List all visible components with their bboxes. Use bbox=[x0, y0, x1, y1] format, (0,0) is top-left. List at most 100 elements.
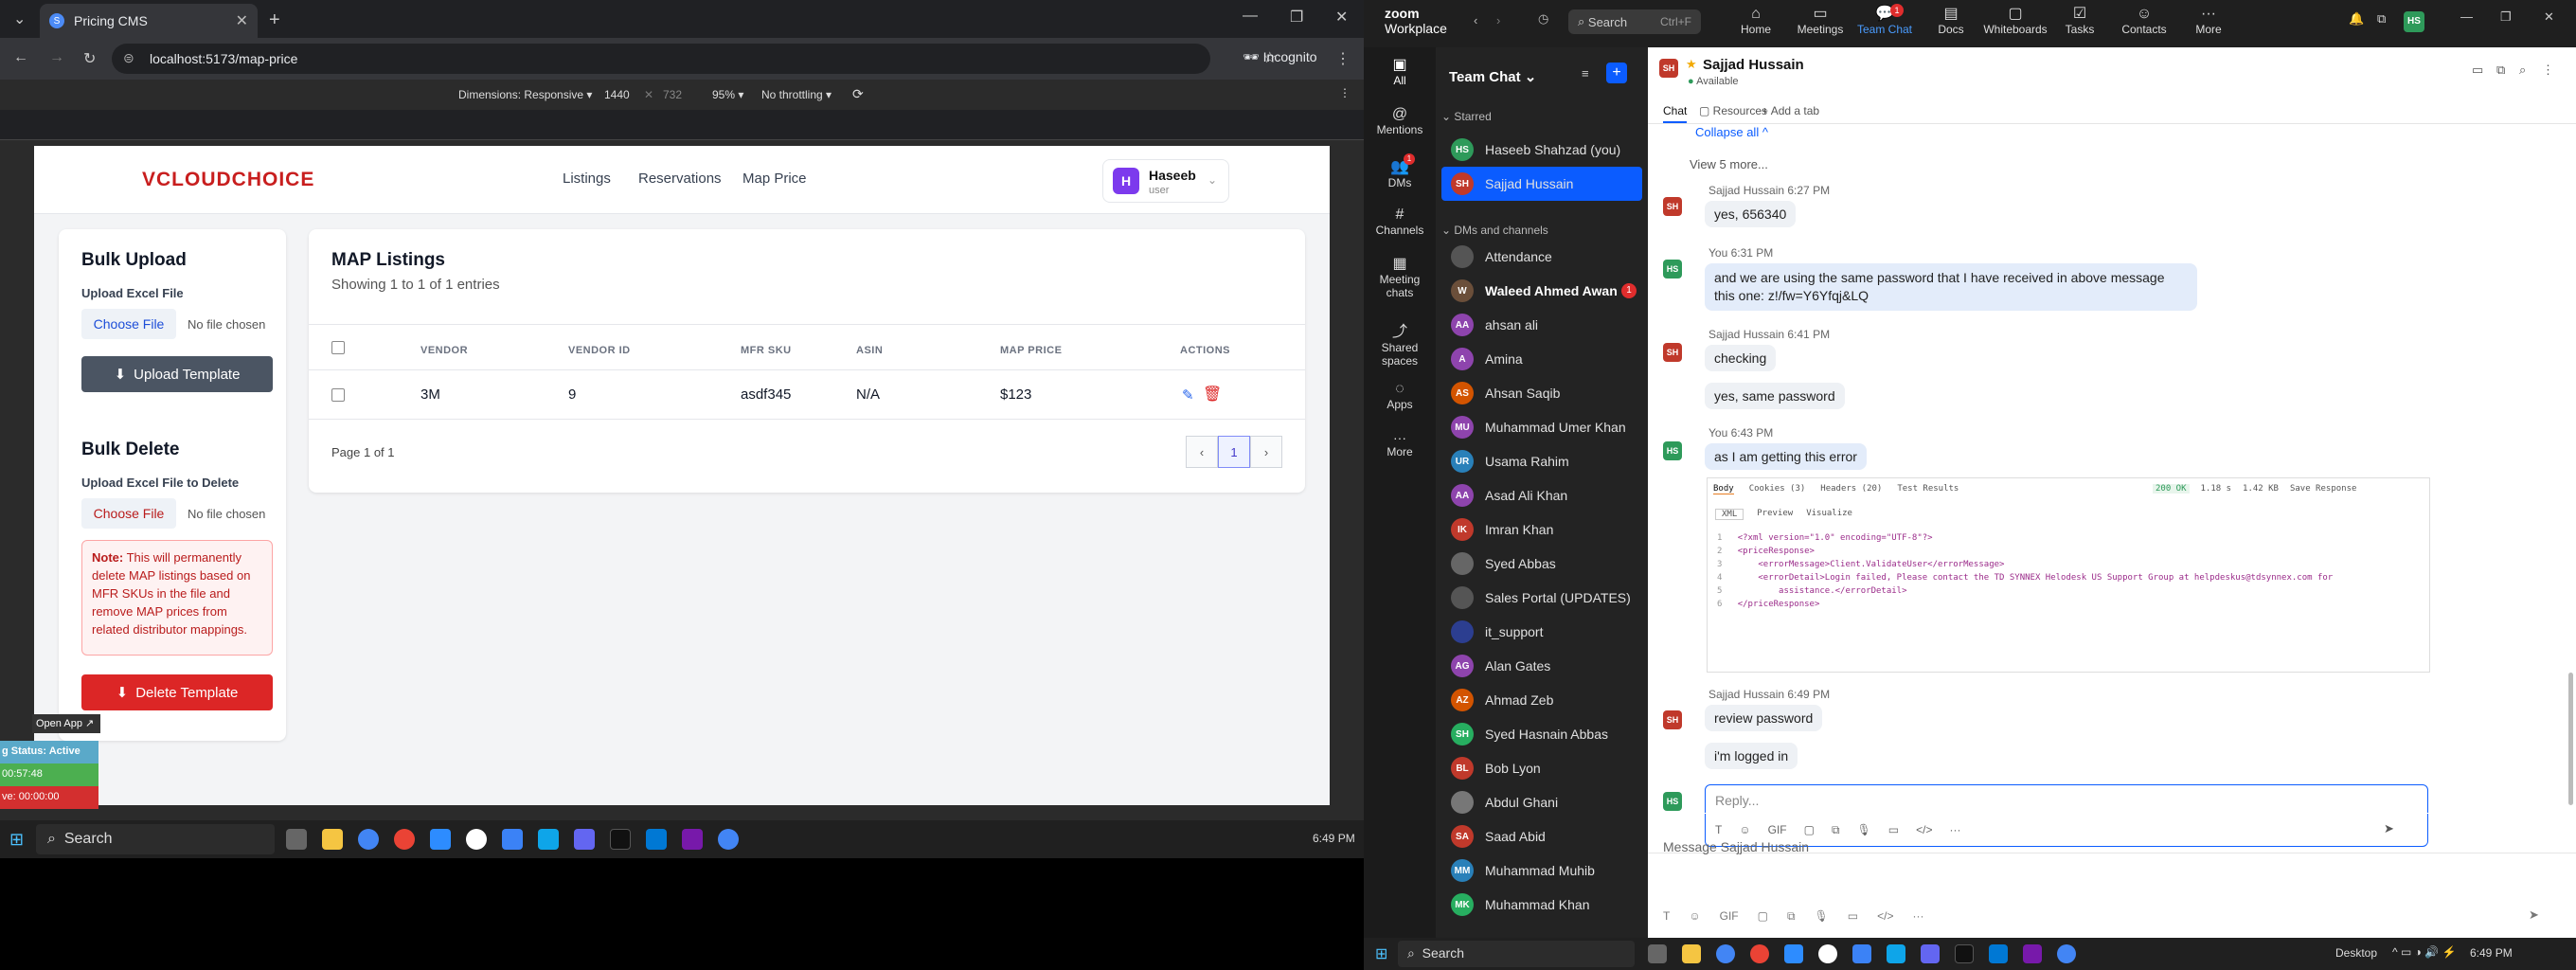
sidebar-title[interactable]: Team Chat ⌄ bbox=[1449, 68, 1536, 85]
sidebar-chat-item[interactable]: IK Imran Khan bbox=[1436, 512, 1648, 547]
send-icon[interactable]: ➤ bbox=[2529, 907, 2539, 923]
app-icon[interactable] bbox=[466, 829, 487, 850]
rail-shared-spaces[interactable]: ⤴ Shared spaces bbox=[1373, 318, 1426, 368]
vscode-icon[interactable] bbox=[646, 829, 667, 850]
collapse-all-link[interactable]: Collapse all ^ bbox=[1695, 125, 1768, 139]
forward-icon[interactable]: → bbox=[49, 49, 64, 66]
sidebar-chat-item[interactable]: it_support bbox=[1436, 615, 1648, 649]
sidebar-chat-item[interactable]: HS Haseeb Shahzad (you) bbox=[1436, 133, 1648, 167]
screenshot-icon[interactable]: ⧉ bbox=[1832, 823, 1840, 837]
message-bubble[interactable]: checking bbox=[1705, 345, 1777, 371]
tab-resources[interactable]: ▢ Resources bbox=[1699, 104, 1767, 117]
sidebar-chat-item[interactable]: BL Bob Lyon bbox=[1436, 751, 1648, 785]
app-icon[interactable] bbox=[610, 829, 631, 850]
more-icon[interactable]: ··· bbox=[1949, 823, 1960, 837]
sidebar-chat-item[interactable]: SA Saad Abid bbox=[1436, 819, 1648, 853]
chrome-icon[interactable] bbox=[2057, 944, 2076, 963]
restore-icon[interactable]: ❐ bbox=[2500, 9, 2512, 25]
tab-search-icon[interactable]: ⌄ bbox=[13, 9, 26, 28]
starred-section[interactable]: ⌄ Starred bbox=[1441, 110, 1492, 123]
attach-icon[interactable]: ▢ bbox=[1804, 823, 1815, 837]
back-icon[interactable]: ← bbox=[13, 49, 28, 66]
contact-name[interactable]: Sajjad Hussain bbox=[1703, 57, 1804, 73]
sidebar-chat-item[interactable]: AA Asad Ali Khan bbox=[1436, 478, 1648, 512]
rail-channels[interactable]: # Channels bbox=[1373, 207, 1426, 237]
message-bubble[interactable]: review password bbox=[1705, 705, 1823, 731]
dimensions-dropdown[interactable]: Dimensions: Responsive ▾ bbox=[458, 88, 592, 101]
app-icon[interactable] bbox=[1750, 944, 1769, 963]
file-explorer-icon[interactable] bbox=[322, 829, 343, 850]
filter-icon[interactable]: ≡ bbox=[1582, 66, 1589, 81]
sidebar-chat-item[interactable]: Syed Abbas bbox=[1436, 547, 1648, 581]
windows-start-icon[interactable]: ⊞ bbox=[1375, 944, 1387, 963]
search-icon[interactable]: ⌕ bbox=[2519, 63, 2526, 78]
address-bar[interactable]: ⊜ localhost:5173/map-price ☆ bbox=[112, 44, 1277, 74]
file-explorer-icon[interactable] bbox=[1682, 944, 1701, 963]
taskbar-search[interactable]: ⌕ Search bbox=[36, 824, 275, 854]
app-icon[interactable] bbox=[394, 829, 415, 850]
format-icon[interactable]: T bbox=[1715, 823, 1722, 837]
send-icon[interactable]: ➤ bbox=[2384, 821, 2394, 836]
mic-icon[interactable]: 🎙 bbox=[1815, 909, 1829, 924]
device-menu-icon[interactable]: ⋮ bbox=[1339, 86, 1351, 99]
screenshot-icon[interactable]: ⧉ bbox=[1787, 909, 1796, 924]
close-tab-icon[interactable]: ✕ bbox=[236, 11, 248, 30]
nav-reservations[interactable]: Reservations bbox=[638, 171, 722, 187]
rail-more[interactable]: ··· More bbox=[1373, 430, 1426, 458]
more-icon[interactable]: ⋮ bbox=[2542, 63, 2554, 78]
menu-team-chat[interactable]: 💬 Team Chat 1 bbox=[1849, 4, 1921, 36]
sidebar-chat-item[interactable]: MM Muhammad Muhib bbox=[1436, 853, 1648, 888]
app-icon[interactable] bbox=[1852, 944, 1871, 963]
app-icon[interactable] bbox=[1818, 944, 1837, 963]
chrome-icon[interactable] bbox=[718, 829, 739, 850]
width-field[interactable]: 1440 bbox=[604, 88, 630, 101]
task-view-icon[interactable] bbox=[286, 829, 307, 850]
sidebar-chat-item[interactable]: Attendance bbox=[1436, 240, 1648, 274]
gif-icon[interactable]: GIF bbox=[1768, 823, 1787, 837]
app-icon[interactable] bbox=[574, 829, 595, 850]
rail-apps[interactable]: ◌ Apps bbox=[1373, 381, 1426, 411]
sidebar-chat-item[interactable]: SH Syed Hasnain Abbas bbox=[1436, 717, 1648, 751]
nav-listings[interactable]: Listings bbox=[563, 171, 611, 187]
height-field[interactable]: 732 bbox=[663, 88, 682, 101]
chat-scrollbar[interactable] bbox=[2568, 673, 2573, 805]
message-bubble[interactable]: and we are using the same password that … bbox=[1705, 263, 2197, 311]
back-icon[interactable]: ‹ bbox=[1474, 13, 1477, 27]
upload-template-button[interactable]: ⬇ Upload Template bbox=[81, 356, 273, 392]
menu-docs[interactable]: ▤ Docs bbox=[1915, 6, 1987, 36]
menu-whiteboards[interactable]: ▢ Whiteboards bbox=[1979, 6, 2051, 36]
onenote-icon[interactable] bbox=[682, 829, 703, 850]
sidebar-chat-item[interactable]: AA ahsan ali bbox=[1436, 308, 1648, 342]
attach-icon[interactable]: ▢ bbox=[1758, 909, 1768, 924]
sidebar-chat-item[interactable]: MU Muhammad Umer Khan bbox=[1436, 410, 1648, 444]
gif-icon[interactable]: GIF bbox=[1720, 909, 1739, 924]
restore-icon[interactable]: ❐ bbox=[1290, 8, 1303, 27]
zoom-icon[interactable] bbox=[430, 829, 451, 850]
incognito-indicator[interactable]: 🕶 Incognito bbox=[1243, 49, 1317, 65]
chrome-icon[interactable] bbox=[1716, 944, 1735, 963]
message-input[interactable]: Message Sajjad Hussain bbox=[1663, 839, 1809, 854]
sidebar-chat-item[interactable]: Abdul Ghani bbox=[1436, 785, 1648, 819]
nav-map-price[interactable]: Map Price bbox=[742, 171, 807, 187]
mic-icon[interactable]: 🎙 bbox=[1857, 823, 1871, 837]
error-screenshot-attachment[interactable]: Body Cookies (3) Headers (20) Test Resul… bbox=[1707, 477, 2430, 673]
format-icon[interactable]: T bbox=[1663, 909, 1670, 924]
trash-icon[interactable]: 🗑 bbox=[1203, 385, 1222, 404]
rail-meeting-chats[interactable]: ▦ Meeting chats bbox=[1373, 254, 1426, 299]
video-msg-icon[interactable]: ▭ bbox=[1888, 823, 1899, 837]
delete-choose-file-button[interactable]: Choose File bbox=[81, 498, 176, 529]
rail-mentions[interactable]: @ Mentions bbox=[1373, 106, 1426, 136]
reload-icon[interactable]: ↻ bbox=[83, 49, 96, 68]
browser-tab[interactable]: S Pricing CMS ✕ bbox=[40, 4, 258, 38]
menu-meetings[interactable]: ▭ Meetings bbox=[1784, 6, 1856, 36]
app-icon[interactable] bbox=[502, 829, 523, 850]
windows-start-icon[interactable]: ⊞ bbox=[9, 830, 24, 850]
sidebar-chat-item[interactable]: MK Muhammad Khan bbox=[1436, 888, 1648, 922]
throttling-dropdown[interactable]: No throttling ▾ bbox=[761, 88, 832, 101]
select-all-checkbox[interactable] bbox=[331, 341, 345, 354]
emoji-icon[interactable]: ☺ bbox=[1739, 823, 1750, 837]
code-icon[interactable]: </> bbox=[1877, 909, 1893, 924]
pip-icon[interactable]: ⧉ bbox=[2377, 11, 2386, 27]
minimize-icon[interactable]: — bbox=[2460, 9, 2473, 24]
close-window-icon[interactable]: ✕ bbox=[1335, 8, 1348, 27]
